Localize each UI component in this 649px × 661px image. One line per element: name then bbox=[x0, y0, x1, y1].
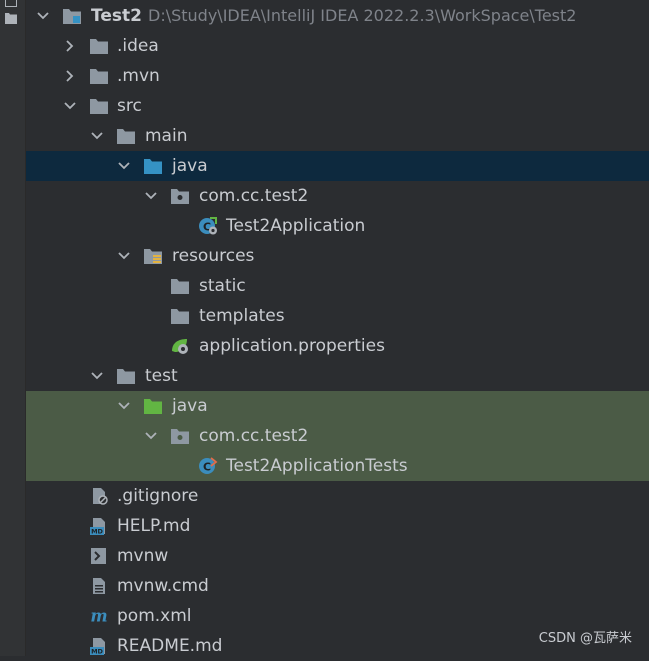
markdown-file-icon: MD bbox=[90, 518, 105, 536]
folder-icon bbox=[171, 279, 189, 294]
tree-item-label: src bbox=[117, 96, 142, 116]
markdown-file-icon: MD bbox=[90, 638, 105, 656]
tree-item-label: .mvn bbox=[117, 66, 160, 86]
tree-row-test2application[interactable]: C Test2Application bbox=[26, 211, 649, 241]
tree-row-main-java[interactable]: java bbox=[26, 151, 649, 181]
tree-item-label: com.cc.test2 bbox=[199, 186, 309, 206]
source-folder-icon bbox=[144, 159, 162, 174]
tree-item-label: README.md bbox=[117, 636, 223, 656]
folder-icon bbox=[90, 69, 108, 84]
tree-row-test[interactable]: test bbox=[26, 361, 649, 391]
tree-item-label: mvnw bbox=[117, 546, 169, 566]
svg-text:m: m bbox=[90, 607, 107, 625]
chevron-down-icon[interactable] bbox=[90, 369, 104, 383]
maven-icon: m bbox=[90, 607, 107, 625]
folder-icon bbox=[90, 39, 108, 54]
chevron-down-icon[interactable] bbox=[144, 429, 158, 443]
tree-row-gitignore[interactable]: .gitignore bbox=[26, 481, 649, 511]
tree-item-label: mvnw.cmd bbox=[117, 576, 209, 596]
folder-icon bbox=[117, 129, 135, 144]
text-file-icon bbox=[93, 578, 105, 594]
chevron-down-icon[interactable] bbox=[90, 129, 104, 143]
package-icon bbox=[171, 189, 189, 204]
project-name: Test2 bbox=[91, 6, 142, 26]
tree-item-label: application.properties bbox=[199, 336, 385, 356]
gitignore-file-icon bbox=[93, 488, 108, 505]
tree-row-test-java[interactable]: java bbox=[26, 391, 649, 421]
chevron-down-icon[interactable] bbox=[117, 399, 131, 413]
tree-row-src[interactable]: src bbox=[26, 91, 649, 121]
tree-item-label: java bbox=[172, 156, 208, 176]
chevron-down-icon[interactable] bbox=[117, 249, 131, 263]
tree-item-label: main bbox=[145, 126, 188, 146]
shell-script-icon bbox=[91, 548, 106, 564]
tree-row-templates[interactable]: templates bbox=[26, 301, 649, 331]
folder-icon bbox=[90, 99, 108, 114]
tree-item-label: com.cc.test2 bbox=[199, 426, 309, 446]
tree-item-label: HELP.md bbox=[117, 516, 191, 536]
tree-item-label: pom.xml bbox=[117, 606, 192, 626]
project-panel-icon[interactable] bbox=[5, 12, 17, 24]
test-source-folder-icon bbox=[144, 399, 162, 414]
module-folder-icon bbox=[63, 9, 81, 24]
tree-row-mvn[interactable]: .mvn bbox=[26, 61, 649, 91]
tree-row-mvnw-cmd[interactable]: mvnw.cmd bbox=[26, 571, 649, 601]
project-tree: Test2 D:\Study\IDEA\IntelliJ IDEA 2022.2… bbox=[26, 0, 649, 656]
chevron-down-icon[interactable] bbox=[63, 99, 77, 113]
tree-item-label: Test2Application bbox=[226, 216, 366, 236]
panel-icon[interactable] bbox=[5, 0, 17, 7]
tree-item-label: .idea bbox=[117, 36, 159, 56]
spring-boot-class-icon: C bbox=[199, 217, 217, 235]
tree-row-test-package[interactable]: com.cc.test2 bbox=[26, 421, 649, 451]
project-path: D:\Study\IDEA\IntelliJ IDEA 2022.2.3\Wor… bbox=[148, 6, 577, 25]
tree-row-resources[interactable]: resources bbox=[26, 241, 649, 271]
side-toolbar bbox=[0, 0, 26, 656]
tree-item-label: test bbox=[145, 366, 178, 386]
folder-icon bbox=[117, 369, 135, 384]
resources-folder-icon bbox=[144, 249, 162, 264]
tree-row-static[interactable]: static bbox=[26, 271, 649, 301]
tree-row-help-md[interactable]: MD HELP.md bbox=[26, 511, 649, 541]
tree-row-idea[interactable]: .idea bbox=[26, 31, 649, 61]
chevron-right-icon[interactable] bbox=[63, 39, 77, 53]
chevron-down-icon[interactable] bbox=[36, 9, 50, 23]
tree-item-label: resources bbox=[172, 246, 255, 266]
chevron-down-icon[interactable] bbox=[144, 189, 158, 203]
test-class-icon: C bbox=[199, 457, 218, 474]
tree-row-main-package[interactable]: com.cc.test2 bbox=[26, 181, 649, 211]
tree-row-main[interactable]: main bbox=[26, 121, 649, 151]
svg-text:MD: MD bbox=[91, 528, 103, 536]
watermark: CSDN @瓦萨米 bbox=[538, 631, 632, 646]
package-icon bbox=[171, 429, 189, 444]
chevron-down-icon[interactable] bbox=[117, 159, 131, 173]
tree-row-mvnw[interactable]: mvnw bbox=[26, 541, 649, 571]
tree-row-application-properties[interactable]: application.properties bbox=[26, 331, 649, 361]
spring-properties-icon bbox=[172, 339, 188, 354]
tree-item-label: java bbox=[172, 396, 208, 416]
svg-text:C: C bbox=[203, 461, 211, 474]
folder-icon bbox=[171, 309, 189, 324]
svg-text:MD: MD bbox=[91, 648, 103, 656]
chevron-right-icon[interactable] bbox=[63, 69, 77, 83]
tree-item-label: .gitignore bbox=[117, 486, 199, 506]
tree-row-project-root[interactable]: Test2 D:\Study\IDEA\IntelliJ IDEA 2022.2… bbox=[26, 1, 649, 31]
tree-item-label: Test2ApplicationTests bbox=[226, 456, 408, 476]
tree-item-label: static bbox=[199, 276, 246, 296]
tree-row-test2applicationtests[interactable]: C Test2ApplicationTests bbox=[26, 451, 649, 481]
tree-item-label: templates bbox=[199, 306, 285, 326]
